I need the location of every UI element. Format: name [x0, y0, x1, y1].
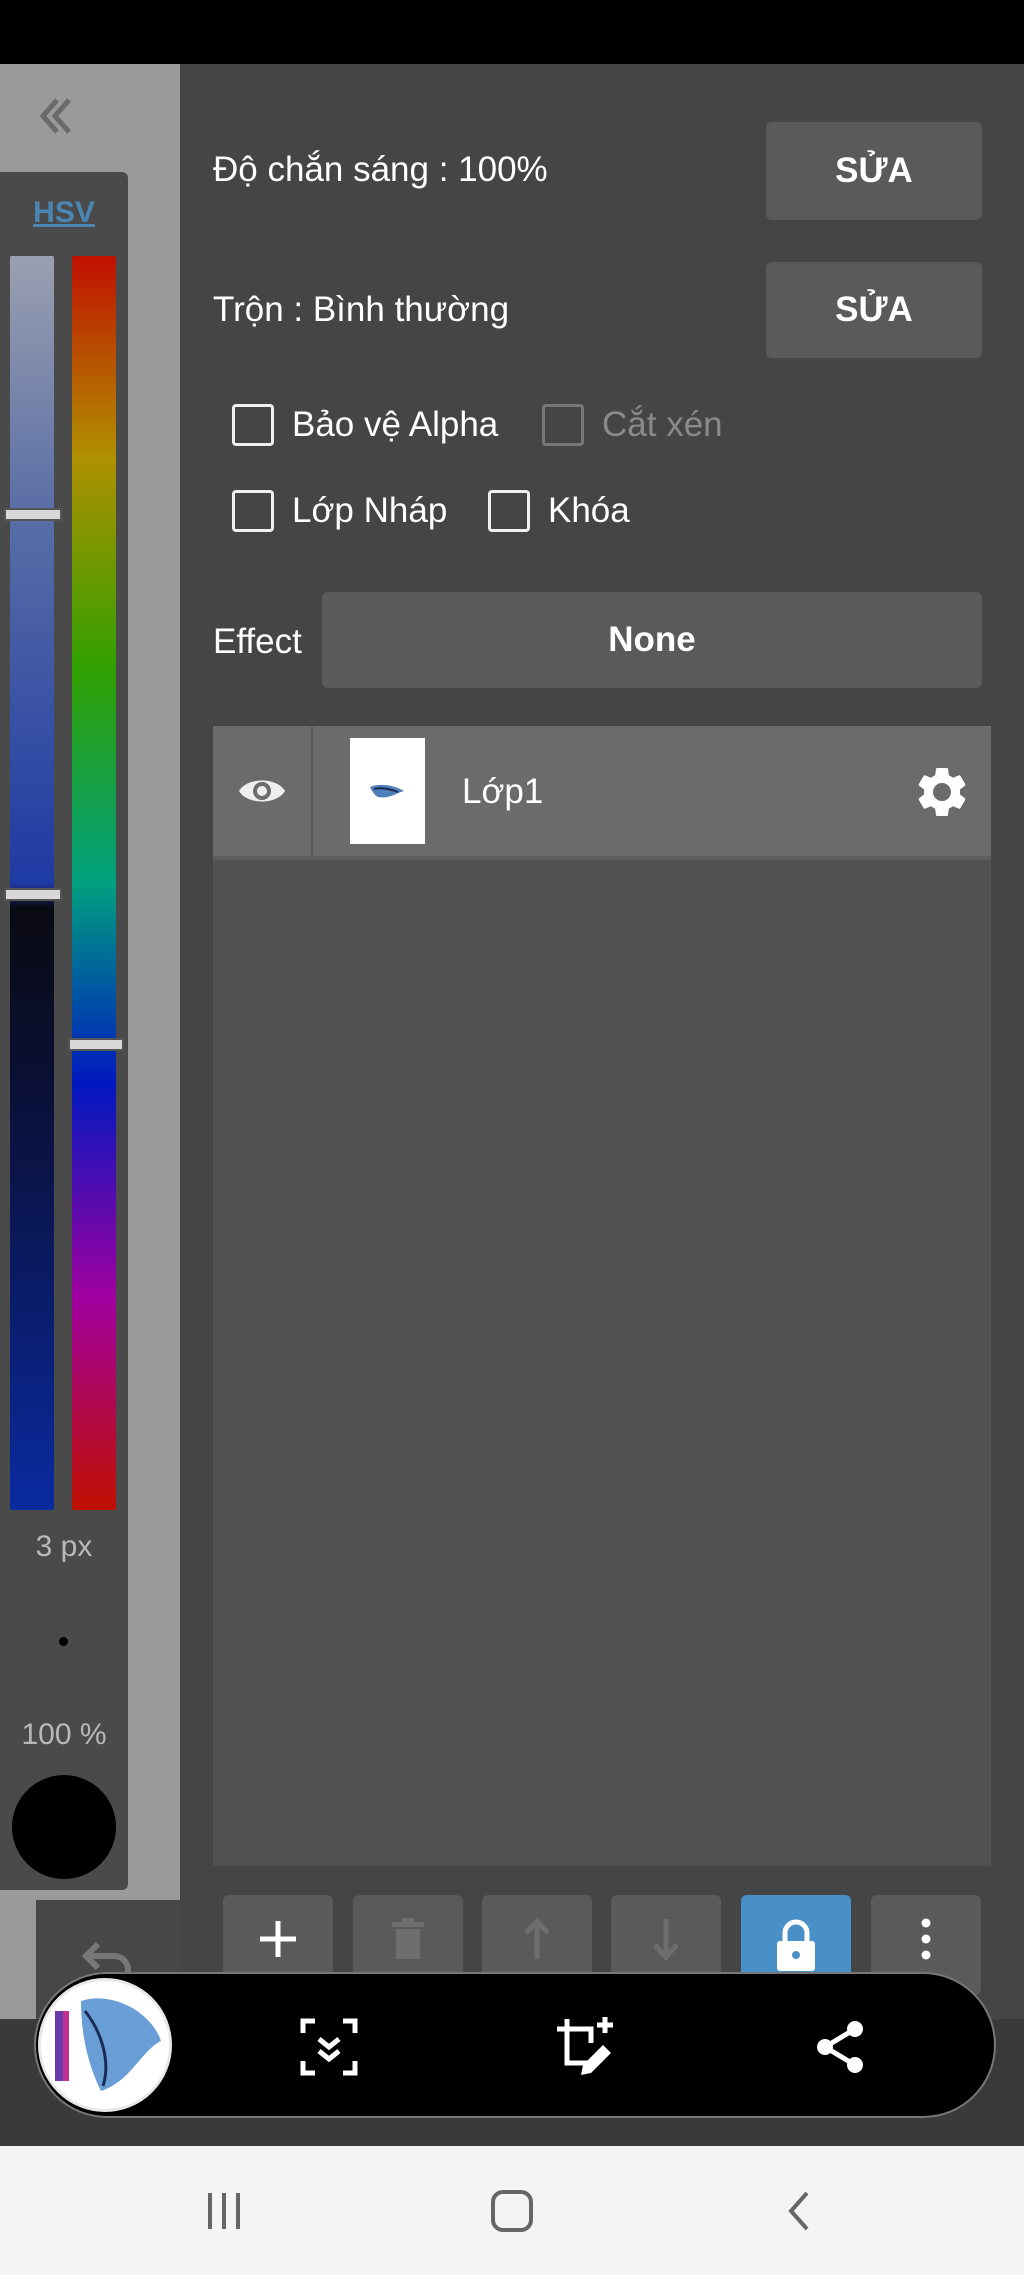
lock-label: Khóa	[548, 491, 630, 530]
saturation-slider-thumb[interactable]	[4, 508, 62, 521]
hsv-tab[interactable]: HSV	[0, 196, 128, 230]
lock-icon	[777, 1919, 815, 1971]
screenshot-preview-thumbnail[interactable]	[38, 1978, 172, 2112]
recent-apps-button[interactable]	[184, 2176, 264, 2246]
layer-visibility-toggle[interactable]	[213, 726, 313, 856]
brush-size-label[interactable]: 3 px	[0, 1530, 128, 1564]
clipping-label: Cắt xén	[602, 405, 723, 444]
hue-slider[interactable]	[72, 256, 116, 1510]
layer-thumbnail[interactable]	[350, 738, 425, 844]
checkbox-box[interactable]	[232, 404, 274, 446]
layer-opacity-label: Độ chắn sáng : 100%	[213, 150, 548, 189]
effect-label: Effect	[213, 622, 302, 661]
layer-name: Lớp1	[462, 772, 544, 811]
share-icon	[817, 2021, 863, 2073]
layer-list	[213, 726, 991, 1866]
recent-apps-icon	[208, 2193, 240, 2229]
preview-image	[41, 1981, 169, 2109]
draft-layer-checkbox[interactable]: Lớp Nháp	[232, 490, 447, 532]
layer-thumbnail-image	[369, 784, 404, 798]
alpha-protect-label: Bảo vệ Alpha	[292, 405, 499, 444]
status-bar	[0, 0, 1024, 64]
share-button[interactable]	[804, 2010, 878, 2084]
checkbox-box[interactable]	[488, 490, 530, 532]
value-slider-thumb[interactable]	[4, 888, 62, 901]
brush-size-preview	[59, 1637, 68, 1646]
checkbox-box	[542, 404, 584, 446]
back-icon	[788, 2191, 809, 2231]
brush-opacity-label[interactable]: 100 %	[0, 1718, 128, 1752]
home-icon	[491, 2190, 533, 2232]
current-color-swatch[interactable]	[12, 1775, 116, 1879]
collapse-panel-button[interactable]	[30, 88, 80, 144]
checkbox-box[interactable]	[232, 490, 274, 532]
back-button[interactable]	[758, 2176, 838, 2246]
arrow-up-icon	[524, 1917, 550, 1959]
eye-icon	[239, 780, 285, 802]
blend-mode-label: Trộn : Bình thường	[213, 290, 510, 329]
effect-select-button[interactable]: None	[322, 592, 982, 688]
scroll-capture-icon	[300, 2018, 358, 2076]
gear-icon	[918, 767, 966, 816]
plus-icon	[260, 1921, 296, 1957]
scroll-capture-button[interactable]	[292, 2010, 366, 2084]
alpha-protect-checkbox[interactable]: Bảo vệ Alpha	[232, 404, 498, 446]
crop-edit-icon	[557, 2017, 613, 2075]
edit-blend-button[interactable]: SỬA	[766, 262, 982, 358]
hue-slider-thumb[interactable]	[68, 1038, 124, 1051]
saturation-value-slider[interactable]	[10, 256, 54, 1510]
arrow-down-icon	[653, 1919, 679, 1961]
edit-opacity-button[interactable]: SỬA	[766, 122, 982, 220]
draft-layer-label: Lớp Nháp	[292, 491, 448, 530]
home-button[interactable]	[472, 2176, 552, 2246]
clipping-checkbox: Cắt xén	[542, 404, 723, 446]
layer-settings-button[interactable]	[912, 762, 972, 822]
trash-icon	[392, 1918, 424, 1959]
lock-layer-checkbox[interactable]: Khóa	[488, 490, 630, 532]
crop-edit-button[interactable]	[548, 2010, 622, 2084]
more-vertical-icon	[921, 1918, 931, 1960]
layer-row[interactable]	[213, 726, 991, 860]
double-chevron-left-icon	[39, 98, 71, 134]
